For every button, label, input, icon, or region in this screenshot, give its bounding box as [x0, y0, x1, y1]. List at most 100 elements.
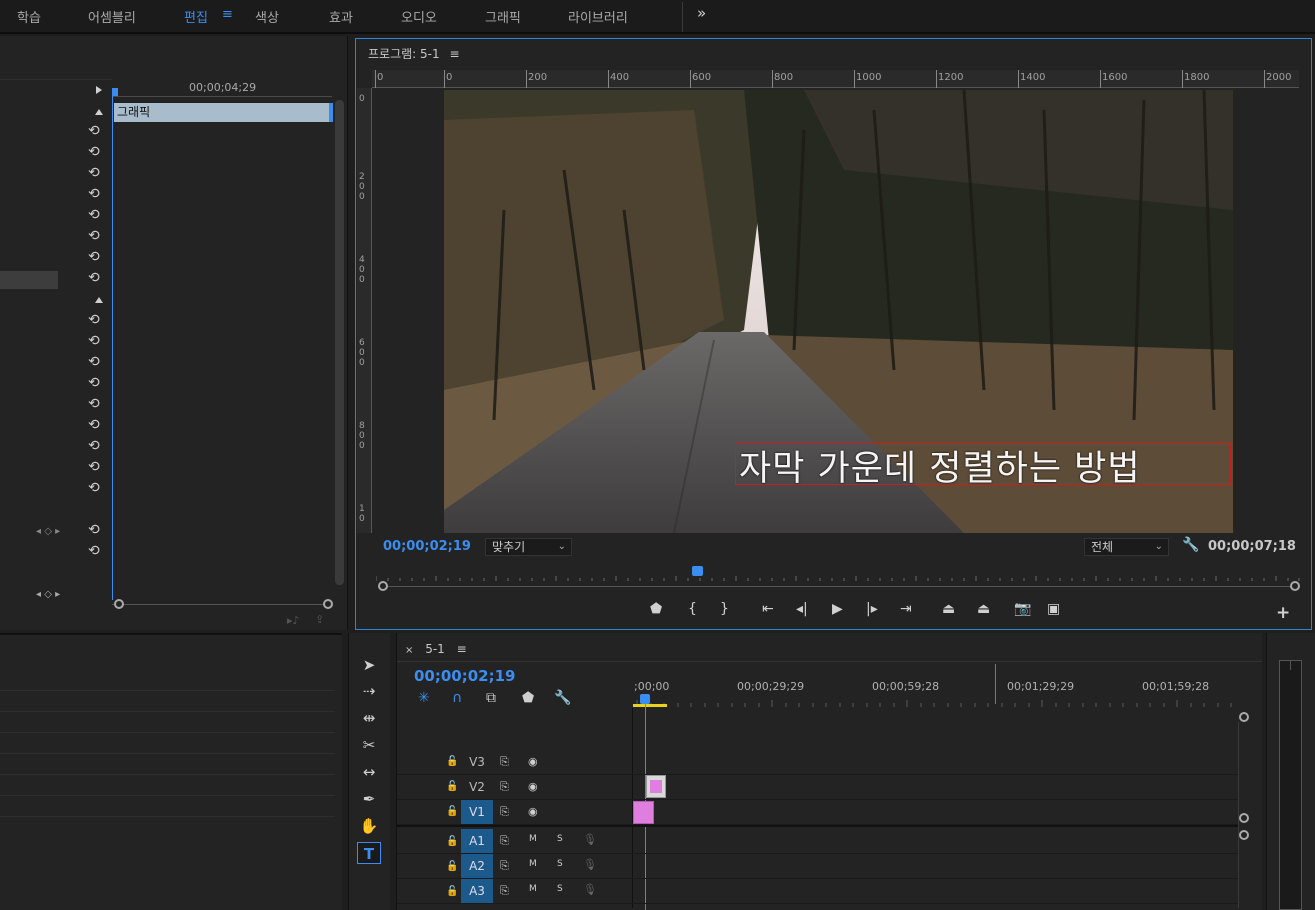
track-row-v2[interactable]: [397, 775, 1238, 800]
program-current-timecode[interactable]: 00;00;02;19: [383, 539, 471, 554]
reset-icon[interactable]: ⟲: [88, 228, 100, 244]
reset-icon[interactable]: ⟲: [88, 438, 100, 454]
lock-icon[interactable]: 🔓: [446, 781, 458, 792]
mute-button[interactable]: M: [529, 859, 537, 869]
lock-icon[interactable]: 🔓: [446, 886, 458, 897]
project-row[interactable]: [0, 816, 335, 817]
mic-icon[interactable]: 🎙: [583, 883, 597, 896]
resolution-dropdown[interactable]: 전체 ⌄: [1084, 538, 1169, 556]
timeline-timecode[interactable]: 00;00;02;19: [414, 667, 516, 685]
video-clip-v1[interactable]: [633, 801, 654, 824]
snap-icon[interactable]: ∩: [452, 690, 462, 706]
video-audio-divider[interactable]: [397, 825, 1238, 827]
reset-icon[interactable]: ⟲: [88, 270, 100, 286]
workspace-tab-graphics[interactable]: 그래픽: [485, 7, 521, 26]
reset-icon[interactable]: ⟲: [88, 312, 100, 328]
project-row[interactable]: [0, 795, 335, 796]
zoom-fit-dropdown[interactable]: 맞추기 ⌄: [485, 538, 572, 556]
lock-icon[interactable]: 🔓: [446, 836, 458, 847]
lock-icon[interactable]: 🔓: [446, 806, 458, 817]
reset-icon[interactable]: ⟲: [88, 396, 100, 412]
workspace-menu-icon[interactable]: ≡: [222, 7, 233, 22]
reset-icon[interactable]: ⟲: [88, 417, 100, 433]
track-row-a1[interactable]: [397, 829, 1238, 854]
timeline-tab[interactable]: × 5-1 ≡: [405, 642, 467, 656]
sync-lock-icon[interactable]: ⎘: [500, 834, 509, 848]
play-icon[interactable]: ▶: [832, 601, 843, 617]
program-zoom-bar[interactable]: [383, 586, 1295, 587]
track-row-a3[interactable]: [397, 879, 1238, 904]
wrench-icon[interactable]: 🔧: [554, 690, 571, 706]
panel-menu-icon[interactable]: ≡: [457, 642, 467, 656]
graphic-clip-v2[interactable]: [646, 775, 666, 798]
track-row-a2[interactable]: [397, 854, 1238, 879]
track-name-a2[interactable]: A2: [461, 854, 493, 878]
sync-lock-icon[interactable]: ⎘: [500, 859, 509, 873]
lock-icon[interactable]: 🔓: [446, 861, 458, 872]
sync-lock-icon[interactable]: ⎘: [500, 755, 509, 769]
ec-graphic-clip[interactable]: 그래픽: [114, 103, 333, 122]
mark-in-icon[interactable]: {: [688, 601, 697, 617]
keyframe-nav-icon[interactable]: ◂ ◇ ▸: [36, 526, 60, 537]
project-row[interactable]: [0, 774, 335, 775]
compare-icon[interactable]: ▣: [1047, 601, 1060, 617]
add-marker-icon[interactable]: ⬟: [522, 690, 534, 706]
export-audio-icon[interactable]: ▸♪: [287, 614, 300, 627]
pen-icon[interactable]: ✒: [357, 788, 381, 810]
sync-lock-icon[interactable]: ⎘: [500, 780, 509, 794]
track-row-v1[interactable]: [397, 800, 1238, 825]
type-icon[interactable]: T: [357, 842, 381, 864]
export-icon[interactable]: ⇪: [315, 613, 324, 626]
reset-icon[interactable]: ⟲: [88, 165, 100, 181]
reset-icon[interactable]: ⟲: [88, 480, 100, 496]
track-name-a3[interactable]: A3: [461, 879, 493, 903]
wrench-icon[interactable]: 🔧: [1182, 537, 1199, 553]
caption-text[interactable]: 자막 가운데 정렬하는 방법: [739, 440, 1141, 491]
workspace-tab-audio[interactable]: 오디오: [401, 7, 437, 26]
track-name-v2[interactable]: V2: [461, 775, 493, 799]
marker-icon[interactable]: ⬟: [650, 601, 662, 617]
step-forward-icon[interactable]: |▸: [866, 601, 878, 617]
ec-zoom-handle-left[interactable]: [114, 599, 124, 609]
close-icon[interactable]: ×: [405, 645, 413, 656]
ec-vertical-scrollbar[interactable]: [335, 100, 344, 585]
workspace-tab-color[interactable]: 색상: [255, 7, 279, 26]
eye-icon[interactable]: ◉: [528, 780, 538, 793]
slip-icon[interactable]: ↔: [357, 761, 381, 783]
more-workspaces-icon[interactable]: »: [697, 4, 706, 22]
timeline-playhead[interactable]: [640, 694, 650, 704]
collapse-arrow-icon[interactable]: [95, 109, 103, 115]
mark-out-icon[interactable]: }: [720, 601, 729, 617]
ec-slider[interactable]: [0, 271, 58, 289]
reset-icon[interactable]: ⟲: [88, 354, 100, 370]
hand-icon[interactable]: ✋: [357, 815, 381, 837]
nest-icon[interactable]: ✳: [418, 690, 430, 706]
sync-lock-icon[interactable]: ⎘: [500, 884, 509, 898]
ec-zoom-bar[interactable]: [112, 604, 332, 605]
reset-icon[interactable]: ⟲: [88, 459, 100, 475]
reset-icon[interactable]: ⟲: [88, 186, 100, 202]
camera-icon[interactable]: 📷: [1014, 601, 1031, 617]
ec-zoom-handle-right[interactable]: [323, 599, 333, 609]
go-to-out-icon[interactable]: ⇥: [900, 601, 912, 617]
project-row[interactable]: [0, 690, 335, 691]
eye-icon[interactable]: ◉: [528, 805, 538, 818]
project-row[interactable]: [0, 753, 335, 754]
step-back-icon[interactable]: ◂|: [796, 601, 808, 617]
mic-icon[interactable]: 🎙: [583, 833, 597, 846]
reset-icon[interactable]: ⟲: [88, 543, 100, 559]
in-out-range-bar[interactable]: [633, 704, 667, 707]
timeline-scroll-handle[interactable]: [1239, 813, 1249, 823]
track-select-icon[interactable]: ⇢: [357, 680, 381, 702]
track-name-v3[interactable]: V3: [461, 750, 493, 774]
lock-icon[interactable]: 🔓: [446, 756, 458, 767]
track-name-v1[interactable]: V1: [461, 800, 493, 824]
workspace-tab-assembly[interactable]: 어셈블리: [88, 7, 136, 26]
ripple-edit-icon[interactable]: ⇹: [357, 707, 381, 729]
project-row[interactable]: [0, 711, 335, 712]
selection-tool-icon[interactable]: ➤: [357, 654, 381, 676]
go-to-in-icon[interactable]: ⇤: [762, 601, 774, 617]
collapse-arrow-icon[interactable]: [95, 297, 103, 303]
workspace-tab-effects[interactable]: 효과: [329, 7, 353, 26]
extract-icon[interactable]: ⏏: [977, 601, 990, 617]
